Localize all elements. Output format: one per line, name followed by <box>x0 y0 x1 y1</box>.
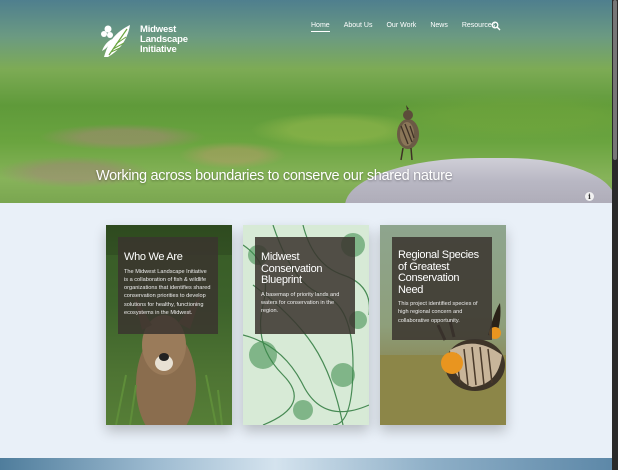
main-nav: Home About Us Our Work News Resources <box>311 22 509 32</box>
card-title-line: Need <box>398 283 424 296</box>
card-text-panel: Midwest Conservation Blueprint A basemap… <box>255 237 355 334</box>
hero-banner: Midwest Landscape Initiative Home About … <box>0 0 612 203</box>
card-title: Midwest Conservation Blueprint <box>261 251 349 287</box>
card-text-panel: Who We Are The Midwest Landscape Initiat… <box>118 237 218 334</box>
nav-item-news[interactable]: News <box>430 22 448 32</box>
search-icon[interactable] <box>491 21 501 31</box>
hero-tagline: Working across boundaries to conserve ou… <box>96 168 453 184</box>
scrollbar-thumb[interactable] <box>613 0 617 160</box>
next-section-banner <box>0 458 612 470</box>
card-title: Regional Species of Greatest Conservatio… <box>398 249 486 296</box>
page: Midwest Landscape Initiative Home About … <box>0 0 612 470</box>
card-title-line: Midwest <box>261 251 300 263</box>
meadowlark-image <box>397 105 419 161</box>
nav-item-our-work[interactable]: Our Work <box>386 22 416 32</box>
card-text-panel: Regional Species of Greatest Conservatio… <box>392 237 492 340</box>
card-description: A basemap of priority lands and waters f… <box>261 291 340 315</box>
nav-item-home[interactable]: Home <box>311 22 330 32</box>
nav-item-about-us[interactable]: About Us <box>344 22 373 32</box>
card-midwest-conservation-blueprint[interactable]: Midwest Conservation Blueprint A basemap… <box>243 225 369 425</box>
site-logo[interactable]: Midwest Landscape Initiative <box>100 21 190 59</box>
logo-text: Midwest Landscape Initiative <box>140 25 188 55</box>
card-title-line: Conservation <box>398 272 460 284</box>
card-title-line: Regional Species <box>398 249 479 261</box>
scrollbar[interactable] <box>612 0 618 470</box>
card-title-line: Blueprint <box>261 274 302 286</box>
card-who-we-are[interactable]: Who We Are The Midwest Landscape Initiat… <box>106 225 232 425</box>
card-description: The Midwest Landscape Initiative is a co… <box>124 268 211 316</box>
info-icon[interactable]: i <box>585 192 594 201</box>
leaf-logo-icon <box>101 25 130 57</box>
logo-line: Initiative <box>140 44 177 55</box>
card-title: Who We Are <box>124 251 183 263</box>
card-description: This project identified species of high … <box>398 301 478 324</box>
card-regional-species[interactable]: Regional Species of Greatest Conservatio… <box>380 225 506 425</box>
